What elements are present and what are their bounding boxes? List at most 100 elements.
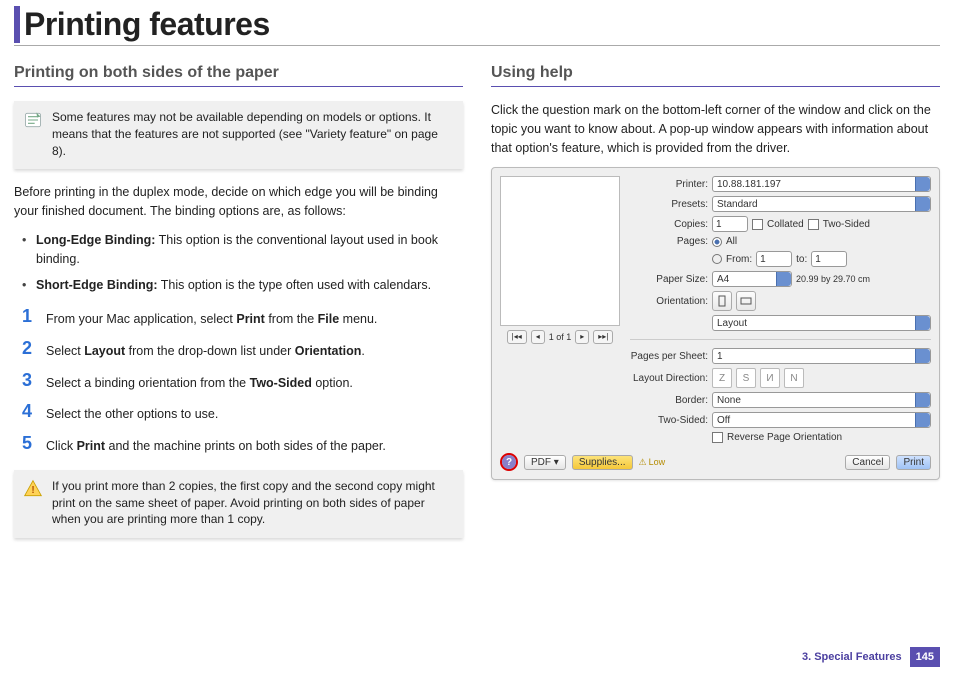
right-column: Using help Click the question mark on th…: [491, 64, 940, 552]
prev-fwd-button[interactable]: ▸: [575, 330, 589, 344]
print-button[interactable]: Print: [896, 455, 931, 470]
step-3: 3 Select a binding orientation from the …: [14, 371, 463, 393]
layoutdir-label: Layout Direction:: [630, 373, 708, 384]
reverse-label: Reverse Page Orientation: [727, 432, 842, 443]
warning-icon: !: [22, 478, 44, 500]
border-label: Border:: [630, 395, 708, 406]
preview-pane: |◂◂ ◂ 1 of 1 ▸ ▸▸|: [500, 176, 620, 443]
step-2: 2 Select Layout from the drop-down list …: [14, 339, 463, 361]
pps-label: Pages per Sheet:: [630, 351, 708, 362]
section-heading-help: Using help: [491, 64, 940, 82]
orientation-landscape-button[interactable]: [736, 291, 756, 311]
note-text: Some features may not be available depen…: [52, 109, 455, 159]
layout-dir-option-4[interactable]: N: [784, 368, 804, 388]
pages-all-radio[interactable]: [712, 237, 722, 247]
page-title: Printing features: [24, 6, 270, 43]
border-select[interactable]: None▲▼: [712, 392, 931, 408]
step-5: 5 Click Print and the machine prints on …: [14, 434, 463, 456]
pages-from-label: From:: [726, 254, 752, 265]
pages-from-input[interactable]: 1: [756, 251, 792, 267]
orientation-portrait-button[interactable]: [712, 291, 732, 311]
svg-text:!: !: [31, 485, 34, 496]
layout-direction-group: Z S И N: [712, 368, 804, 388]
step-text: Select a binding orientation from the Tw…: [46, 371, 463, 393]
step-4: 4 Select the other options to use.: [14, 402, 463, 424]
twosided-label: Two-Sided:: [630, 415, 708, 426]
twosided-select[interactable]: Off▲▼: [712, 412, 931, 428]
page-footer: 3. Special Features 145: [802, 647, 940, 667]
pages-all-label: All: [726, 236, 737, 247]
presets-select[interactable]: Standard▲▼: [712, 196, 931, 212]
step-number: 3: [14, 371, 32, 391]
title-accent-bar: [14, 6, 20, 43]
pages-from-radio[interactable]: [712, 254, 722, 264]
pages-label: Pages:: [630, 236, 708, 247]
note-icon: [22, 109, 44, 131]
note-box: Some features may not be available depen…: [14, 101, 463, 169]
binding-bullets: Long-Edge Binding: This option is the co…: [14, 231, 463, 295]
intro-paragraph: Before printing in the duplex mode, deci…: [14, 183, 463, 221]
warning-box: ! If you print more than 2 copies, the f…: [14, 470, 463, 538]
dialog-fields: Printer: 10.88.181.197▲▼ Presets: Standa…: [630, 176, 931, 443]
chapter-label: 3. Special Features: [802, 651, 902, 663]
layout-dir-option-3[interactable]: И: [760, 368, 780, 388]
section-rule: [14, 86, 463, 87]
step-text: From your Mac application, select Print …: [46, 307, 463, 329]
prev-last-button[interactable]: ▸▸|: [593, 330, 613, 344]
papersize-dims: 20.99 by 29.70 cm: [796, 274, 870, 284]
orientation-label: Orientation:: [630, 296, 708, 307]
reverse-checkbox[interactable]: [712, 432, 723, 443]
left-column: Printing on both sides of the paper Some…: [14, 64, 463, 552]
copies-input[interactable]: 1: [712, 216, 748, 232]
printer-select[interactable]: 10.88.181.197▲▼: [712, 176, 931, 192]
papersize-select[interactable]: A4▲▼: [712, 271, 792, 287]
bullet-long-edge: Long-Edge Binding: This option is the co…: [20, 231, 463, 269]
preview-nav: |◂◂ ◂ 1 of 1 ▸ ▸▸|: [507, 330, 614, 344]
print-dialog-figure: |◂◂ ◂ 1 of 1 ▸ ▸▸| Printer: 10.88.181.19…: [491, 167, 940, 480]
step-number: 2: [14, 339, 32, 359]
low-supplies-warning: ⚠ Low: [639, 457, 666, 468]
columns: Printing on both sides of the paper Some…: [14, 64, 940, 552]
section-heading-duplex: Printing on both sides of the paper: [14, 64, 463, 82]
bullet-short-edge: Short-Edge Binding: This option is the t…: [20, 276, 463, 295]
prev-first-button[interactable]: |◂◂: [507, 330, 527, 344]
copies-label: Copies:: [630, 219, 708, 230]
step-text: Select the other options to use.: [46, 402, 463, 424]
page-number: 145: [910, 647, 940, 667]
preview-counter: 1 of 1: [549, 332, 572, 342]
dialog-footer: ? PDF ▾ Supplies... ⚠ Low Cancel Print: [500, 453, 931, 471]
layout-dir-option-2[interactable]: S: [736, 368, 756, 388]
pps-select[interactable]: 1▲▼: [712, 348, 931, 364]
steps-list: 1 From your Mac application, select Prin…: [14, 307, 463, 456]
help-paragraph: Click the question mark on the bottom-le…: [491, 101, 940, 157]
two-sided-chk-label: Two-Sided: [823, 219, 870, 230]
presets-label: Presets:: [630, 199, 708, 210]
section-rule: [491, 86, 940, 87]
pdf-button[interactable]: PDF ▾: [524, 455, 566, 470]
prev-back-button[interactable]: ◂: [531, 330, 545, 344]
supplies-button[interactable]: Supplies...: [572, 455, 633, 470]
collated-checkbox[interactable]: [752, 219, 763, 230]
pages-to-input[interactable]: 1: [811, 251, 847, 267]
pages-to-label: to:: [796, 254, 807, 265]
divider: [630, 339, 931, 340]
step-text: Select Layout from the drop-down list un…: [46, 339, 463, 361]
two-sided-checkbox[interactable]: [808, 219, 819, 230]
cancel-button[interactable]: Cancel: [845, 455, 890, 470]
page-title-row: Printing features: [14, 6, 940, 46]
bullet-term: Long-Edge Binding:: [36, 233, 155, 247]
warning-text: If you print more than 2 copies, the fir…: [52, 478, 455, 528]
step-1: 1 From your Mac application, select Prin…: [14, 307, 463, 329]
step-number: 1: [14, 307, 32, 327]
help-button[interactable]: ?: [502, 455, 516, 469]
printer-label: Printer:: [630, 179, 708, 190]
step-number: 5: [14, 434, 32, 454]
bullet-term: Short-Edge Binding:: [36, 278, 158, 292]
page-preview: [500, 176, 620, 326]
layout-dir-option-1[interactable]: Z: [712, 368, 732, 388]
step-text: Click Print and the machine prints on bo…: [46, 434, 463, 456]
help-highlight-circle: ?: [500, 453, 518, 471]
section-select[interactable]: Layout▲▼: [712, 315, 931, 331]
collated-label: Collated: [767, 219, 804, 230]
step-number: 4: [14, 402, 32, 422]
